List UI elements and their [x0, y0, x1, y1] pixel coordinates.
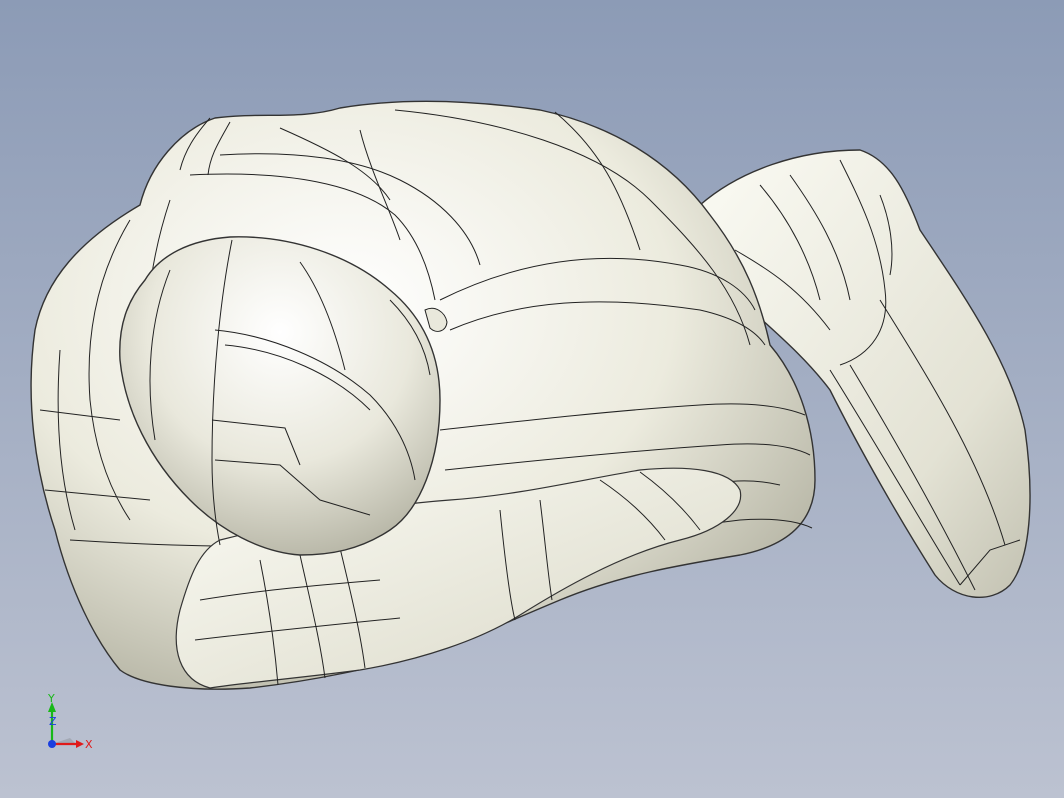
z-axis-label: Z: [49, 715, 57, 728]
y-axis-label: Y: [47, 694, 55, 705]
crouching-figure-model[interactable]: [0, 0, 1064, 798]
x-axis-label: X: [85, 738, 93, 751]
axis-triad: Y X Z: [47, 694, 93, 751]
3d-viewport[interactable]: Y X Z: [0, 0, 1064, 798]
